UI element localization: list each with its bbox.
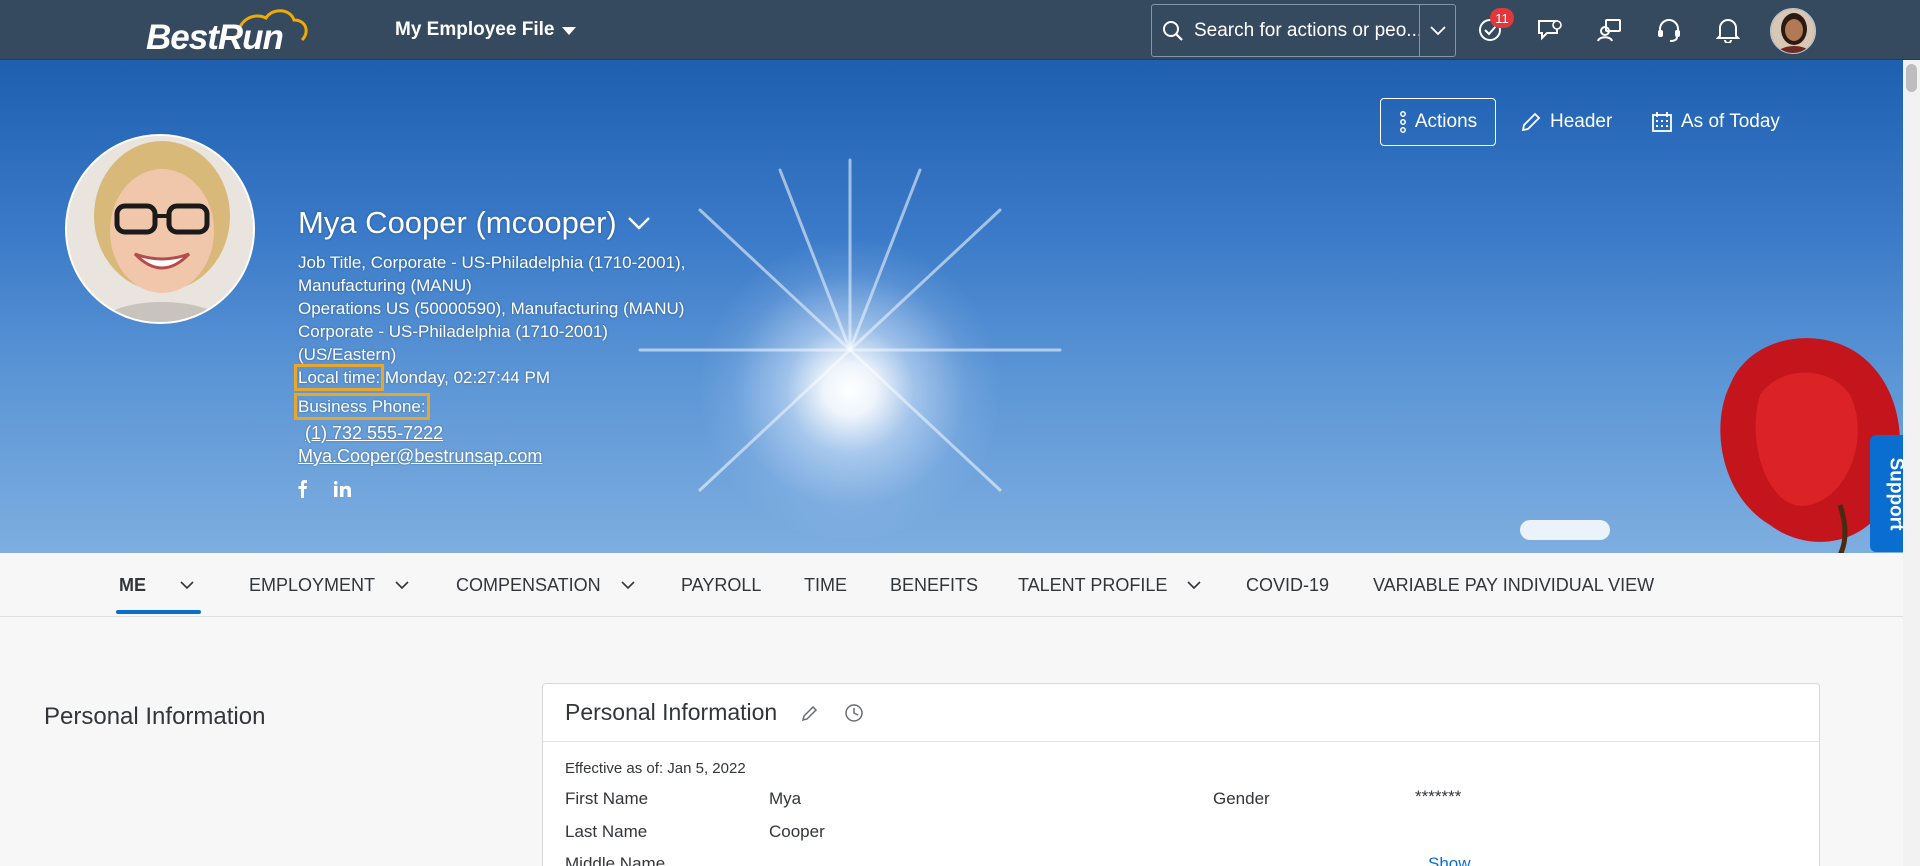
employee-info: Mya Cooper (mcooper) Job Title, Corporat… xyxy=(293,205,758,498)
bell-icon xyxy=(1716,19,1740,43)
todo-button[interactable]: 11 xyxy=(1472,8,1514,48)
employee-file-menu[interactable]: My Employee File xyxy=(395,19,577,41)
menu-title-label: My Employee File xyxy=(395,19,555,40)
local-time-row: Local time: Monday, 02:27:44 PM xyxy=(293,364,758,391)
effective-date: Effective as of: Jan 5, 2022 xyxy=(565,760,746,777)
facebook-icon[interactable] xyxy=(298,480,308,498)
help-button[interactable] xyxy=(1651,12,1687,48)
section-tabs: ME EMPLOYMENT COMPENSATION PAYROLL TIME … xyxy=(0,553,1920,617)
section-side-title: Personal Information xyxy=(44,703,266,730)
pencil-icon xyxy=(802,705,818,721)
timezone-line: (US/Eastern) xyxy=(298,345,397,364)
first-name-value: Mya xyxy=(769,789,802,808)
employee-name-row[interactable]: Mya Cooper (mcooper) xyxy=(298,205,758,241)
card-title: Personal Information xyxy=(565,699,778,725)
tab-label: PAYROLL xyxy=(681,574,762,595)
vertical-dots-icon xyxy=(1399,111,1406,133)
business-phone-row: Business Phone: xyxy=(294,393,758,420)
personal-information-card: Personal Information Effective as of: Ja… xyxy=(542,683,1820,866)
tab-label: ME xyxy=(119,574,146,595)
business-phone-label: Business Phone: xyxy=(294,393,430,420)
people-chat-icon xyxy=(1597,19,1621,42)
profile-portrait-image xyxy=(67,136,253,322)
cloud-decoration xyxy=(1520,520,1610,540)
tab-label: EMPLOYMENT xyxy=(249,574,376,595)
tab-compensation[interactable]: COMPENSATION xyxy=(456,553,635,617)
search-icon xyxy=(1152,5,1194,56)
tab-label: COMPENSATION xyxy=(456,574,601,595)
main-content: Personal Information Personal Informatio… xyxy=(0,617,1920,866)
linkedin-icon[interactable] xyxy=(334,481,351,497)
people-button[interactable] xyxy=(1592,12,1628,48)
local-time-label: Local time: xyxy=(293,364,385,391)
gender-value: ******* xyxy=(1415,787,1462,806)
employee-name: Mya Cooper (mcooper) xyxy=(298,205,617,240)
tab-label: VARIABLE PAY INDIVIDUAL VIEW xyxy=(1373,574,1655,595)
headset-icon xyxy=(1658,19,1680,42)
edit-button[interactable] xyxy=(799,702,821,724)
scrollbar-thumb[interactable] xyxy=(1906,64,1917,92)
card-header: Personal Information xyxy=(543,684,1819,742)
chevron-down-icon[interactable] xyxy=(395,578,409,592)
history-button[interactable] xyxy=(843,702,865,724)
edit-header-button[interactable]: Header xyxy=(1520,98,1612,146)
chevron-down-icon[interactable] xyxy=(180,578,194,592)
tab-employment[interactable]: EMPLOYMENT xyxy=(249,553,409,617)
logo-text: BestRun xyxy=(146,18,284,57)
notifications-button[interactable] xyxy=(1710,12,1746,48)
job-info-line: Job Title, Corporate - US-Philadelphia (… xyxy=(298,253,686,272)
feedback-button[interactable] xyxy=(1532,12,1568,48)
user-avatar-icon xyxy=(1771,9,1815,53)
tab-talent-profile[interactable]: TALENT PROFILE xyxy=(1018,553,1201,617)
last-name-value: Cooper xyxy=(769,822,825,841)
last-name-label: Last Name xyxy=(565,822,648,841)
local-time-value: Monday, 02:27:44 PM xyxy=(380,368,550,387)
search-scope-dropdown[interactable] xyxy=(1419,5,1455,56)
actions-button[interactable]: Actions xyxy=(1380,98,1496,146)
tab-covid-19[interactable]: COVID-19 xyxy=(1246,553,1329,617)
history-clock-icon xyxy=(845,703,863,722)
profile-header-banner: Actions Header As of Today Mya Cooper (m… xyxy=(0,60,1920,553)
search-box[interactable]: Search for actions or peo... xyxy=(1151,4,1456,57)
tab-time[interactable]: TIME xyxy=(804,553,847,617)
notification-badge: 11 xyxy=(1490,8,1514,28)
tab-me[interactable]: ME xyxy=(116,553,201,617)
caret-down-icon xyxy=(562,27,577,35)
tab-variable-pay[interactable]: VARIABLE PAY INDIVIDUAL VIEW xyxy=(1373,553,1654,617)
shell-bar: BestRun My Employee File Search for acti… xyxy=(0,0,1920,60)
tab-payroll[interactable]: PAYROLL xyxy=(681,553,761,617)
chat-bubble-icon xyxy=(1538,20,1562,41)
header-label: Header xyxy=(1550,111,1613,132)
phone-link[interactable]: (1) 732 555-7222 xyxy=(305,422,443,445)
first-name-label: First Name xyxy=(565,789,649,808)
pencil-icon xyxy=(1521,112,1541,132)
chevron-down-icon[interactable] xyxy=(627,216,651,230)
show-gender-link[interactable]: Show xyxy=(1428,854,1471,866)
profile-photo[interactable] xyxy=(65,134,255,324)
chevron-down-icon[interactable] xyxy=(621,578,635,592)
job-info-line: Corporate - US-Philadelphia (1710-2001) xyxy=(298,322,608,341)
bestrun-logo[interactable]: BestRun xyxy=(142,6,312,57)
calendar-icon xyxy=(1652,112,1672,132)
user-avatar[interactable] xyxy=(1770,8,1816,54)
as-of-today-label: As of Today xyxy=(1681,111,1780,132)
search-input[interactable]: Search for actions or peo... xyxy=(1194,20,1419,42)
tab-label: BENEFITS xyxy=(890,574,979,595)
tab-label: COVID-19 xyxy=(1246,574,1330,595)
page-scrollbar[interactable] xyxy=(1903,60,1920,866)
job-info-line: Manufacturing (MANU) xyxy=(298,276,472,295)
chevron-down-icon xyxy=(1429,25,1446,35)
as-of-today-button[interactable]: As of Today xyxy=(1651,98,1780,146)
job-info-line: Operations US (50000590), Manufacturing … xyxy=(298,299,685,318)
tab-label: TALENT PROFILE xyxy=(1018,574,1168,595)
tab-benefits[interactable]: BENEFITS xyxy=(890,553,978,617)
middle-name-label: Middle Name xyxy=(565,854,666,866)
tab-label: TIME xyxy=(804,574,847,595)
actions-label: Actions xyxy=(1414,111,1478,132)
gender-label: Gender xyxy=(1213,789,1270,808)
email-link[interactable]: Mya.Cooper@bestrunsap.com xyxy=(298,446,542,466)
social-links xyxy=(298,480,758,498)
chevron-down-icon[interactable] xyxy=(1187,578,1201,592)
